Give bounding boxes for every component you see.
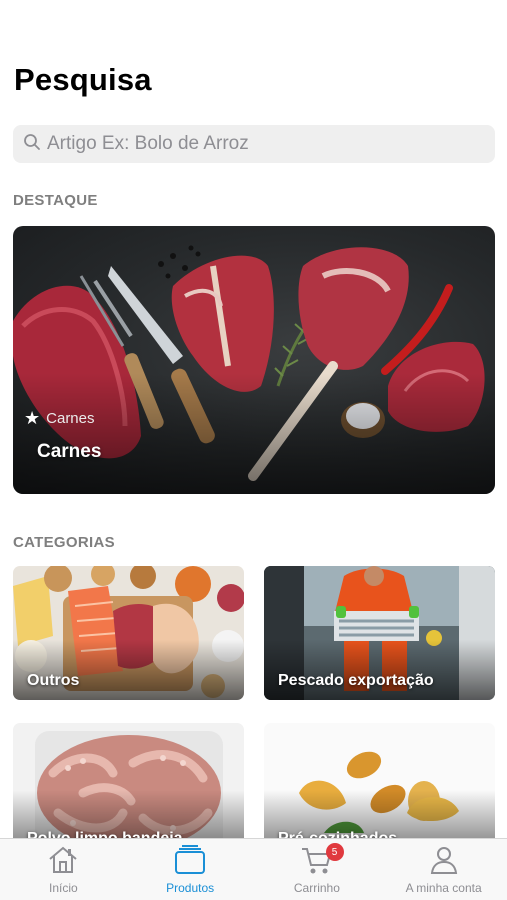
tab-label: Início xyxy=(49,881,78,895)
category-label: Pré-cozinhados xyxy=(278,830,397,838)
user-icon xyxy=(427,845,461,878)
category-card-pre-cozinhados[interactable]: Pré-cozinhados xyxy=(264,723,495,838)
search-bar[interactable] xyxy=(13,125,495,163)
tab-inicio[interactable]: Início xyxy=(0,839,127,900)
category-card-polvo[interactable]: Polvo limpo bandeja xyxy=(13,723,244,838)
tab-label: A minha conta xyxy=(405,881,482,895)
tab-produtos[interactable]: Produtos xyxy=(127,839,254,900)
featured-category: Carnes xyxy=(46,410,95,427)
search-icon xyxy=(23,133,41,156)
cart-badge: 5 xyxy=(325,843,344,861)
tab-a-minha-conta[interactable]: A minha conta xyxy=(380,839,507,900)
category-card-pescado[interactable]: Pescado exportação xyxy=(264,566,495,700)
star-icon: ★ xyxy=(24,408,41,428)
category-label: Polvo limpo bandeja xyxy=(27,830,183,838)
featured-subtitle: ★ Carnes xyxy=(24,408,95,429)
categories-section-label: CATEGORIAS xyxy=(13,534,115,551)
search-input[interactable] xyxy=(47,133,487,155)
featured-section-label: DESTAQUE xyxy=(13,192,98,209)
featured-title: Carnes xyxy=(37,441,102,462)
products-icon xyxy=(173,845,207,878)
category-label: Outros xyxy=(27,672,80,689)
tab-bar: Início Produtos 5 Carrinho A minha conta xyxy=(0,838,507,900)
category-card-image xyxy=(13,723,244,838)
tab-label: Produtos xyxy=(166,881,215,895)
tab-carrinho[interactable]: 5 Carrinho xyxy=(254,839,381,900)
category-card-outros[interactable]: Outros xyxy=(13,566,244,700)
home-icon xyxy=(46,845,80,878)
page-title: Pesquisa xyxy=(14,62,152,97)
category-label: Pescado exportação xyxy=(278,672,434,689)
category-card-image xyxy=(264,723,495,838)
tab-label: Carrinho xyxy=(293,881,340,895)
